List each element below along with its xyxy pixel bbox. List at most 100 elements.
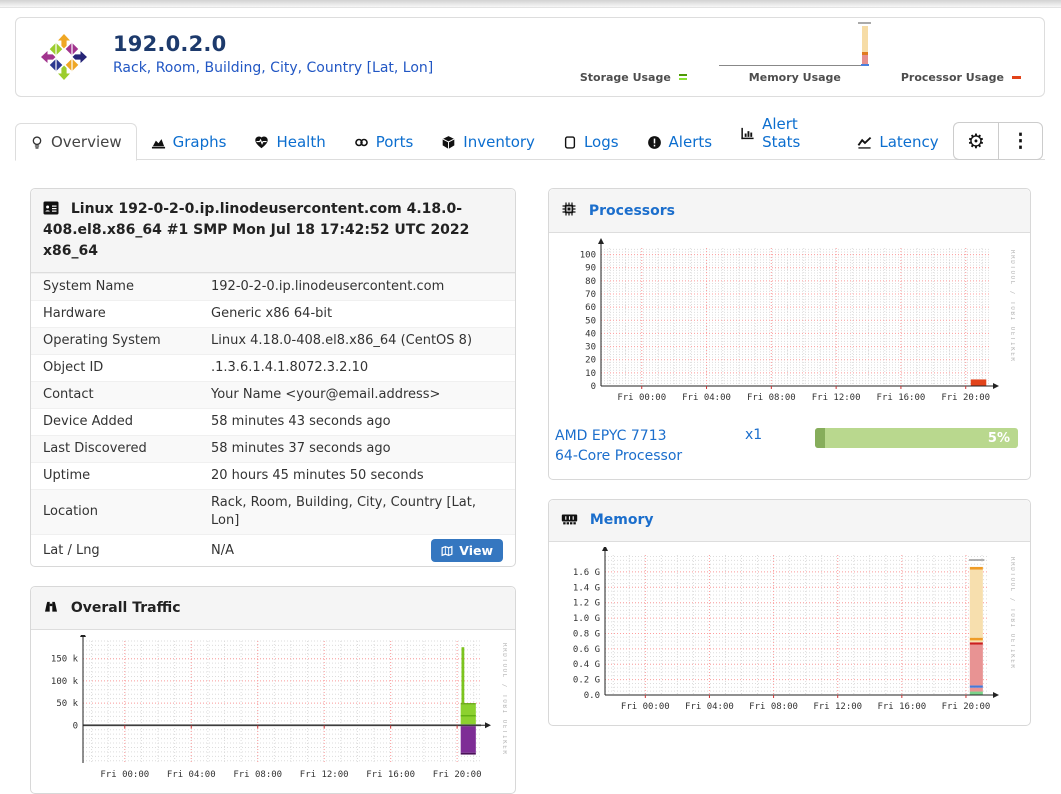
- svg-text:10: 10: [585, 369, 596, 379]
- tab-alert-stats[interactable]: Alert Stats: [726, 106, 843, 160]
- right-column: Processors 0 10 20 30 40 50 60 70 80 90 100 Fri 00:…: [548, 188, 1031, 726]
- svg-text:Fri 12:00: Fri 12:00: [813, 702, 862, 712]
- svg-text:70: 70: [585, 290, 596, 300]
- memory-chart[interactable]: 0.0 0.2 G 0.4 G 0.6 G 0.8 G 1.0 G 1.2 G 1.4 G 1.…: [555, 546, 1015, 717]
- tab-label: Latency: [879, 133, 939, 151]
- processors-chart[interactable]: 0 10 20 30 40 50 60 70 80 90 100 Fri 00:00 Fri 04:00…: [555, 238, 1015, 410]
- memory-header[interactable]: Memory: [549, 499, 1030, 542]
- svg-text:Fri 08:00: Fri 08:00: [747, 393, 796, 403]
- svg-text:RRDTOOL / TOBI OETIKER: RRDTOOL / TOBI OETIKER: [501, 643, 507, 755]
- table-row: Hardware Generic x86 64-bit: [31, 300, 515, 327]
- memory-panel: Memory 0.0 0.2 G 0.4 G 0.6 G 0.8 G 1.0 G 1.2 G…: [548, 498, 1031, 726]
- processors-header[interactable]: Processors: [549, 189, 1030, 233]
- tab-alerts[interactable]: Alerts: [633, 124, 727, 160]
- device-title: 192.0.2.0: [113, 32, 227, 56]
- cpu-usage-bar: 5%: [815, 428, 1018, 448]
- system-title: Linux 192-0-2-0.ip.linodeusercontent.com…: [43, 201, 470, 259]
- tab-label: Alerts: [668, 133, 713, 151]
- svg-text:30: 30: [585, 343, 596, 353]
- table-row: Object ID .1.3.6.1.4.1.8072.3.2.10: [31, 354, 515, 381]
- overall-traffic-chart[interactable]: 0 50 k 100 k 150 k Fri 00:00 Fri 04:00 Fri 08:…: [37, 635, 507, 785]
- table-row: Uptime 20 hours 45 minutes 50 seconds: [31, 462, 515, 489]
- svg-text:0.4 G: 0.4 G: [573, 660, 600, 670]
- svg-text:150 k: 150 k: [51, 655, 79, 665]
- overall-traffic-title: Overall Traffic: [70, 600, 181, 616]
- chart-area-icon: [151, 138, 165, 148]
- processors-title: Processors: [588, 203, 675, 219]
- memory-title: Memory: [589, 511, 654, 528]
- tab-label: Ports: [375, 133, 414, 151]
- tab-graphs[interactable]: Graphs: [137, 124, 241, 160]
- tab-health[interactable]: Health: [240, 124, 339, 160]
- device-settings-button[interactable]: ⚙: [953, 122, 998, 160]
- svg-text:Fri 12:00: Fri 12:00: [300, 770, 349, 780]
- tab-latency[interactable]: Latency: [843, 124, 952, 160]
- device-location-link[interactable]: Rack, Room, Building, City, Country [Lat…: [113, 60, 433, 76]
- storage-usage-label: Storage Usage: [579, 71, 671, 84]
- bar-chart-icon: [741, 127, 754, 139]
- svg-text:Fri 08:00: Fri 08:00: [233, 770, 282, 780]
- svg-text:Fri 16:00: Fri 16:00: [877, 393, 926, 403]
- svg-text:80: 80: [585, 277, 596, 287]
- table-row: Operating System Linux 4.18.0-408.el8.x86…: [31, 327, 515, 354]
- file-icon: [564, 135, 576, 149]
- svg-text:0: 0: [591, 382, 596, 392]
- processor-usage-sparkline[interactable]: Processor Usage: [901, 71, 1022, 84]
- tab-overview[interactable]: Overview: [15, 123, 137, 161]
- svg-text:RRDTOOL / TOBI OETIKER: RRDTOOL / TOBI OETIKER: [1009, 557, 1015, 669]
- processors-panel: Processors 0 10 20 30 40 50 60 70 80 90 100 Fri 00:…: [548, 188, 1031, 480]
- overall-traffic-panel: Overall Traffic 0 50 k 100 k 150 k Fri 00:00…: [30, 586, 516, 794]
- tab-actions: ⚙ ⋮: [953, 122, 1043, 160]
- svg-text:Fri 00:00: Fri 00:00: [621, 702, 670, 712]
- binoculars-icon: [45, 601, 57, 612]
- system-info-panel: Linux 192-0-2-0.ip.linodeusercontent.com…: [30, 188, 516, 567]
- tab-ports[interactable]: Ports: [340, 124, 428, 160]
- svg-text:90: 90: [585, 264, 596, 274]
- svg-text:40: 40: [585, 329, 596, 339]
- tab-inventory[interactable]: Inventory: [427, 124, 549, 160]
- table-row: Last Discovered 58 minutes 37 seconds ago: [31, 435, 515, 462]
- svg-text:Fri 00:00: Fri 00:00: [617, 393, 666, 403]
- svg-text:Fri 12:00: Fri 12:00: [812, 393, 861, 403]
- storage-usage-sparkline[interactable]: Storage Usage: [580, 71, 689, 84]
- table-row: Device Added 58 minutes 43 seconds ago: [31, 408, 515, 435]
- memory-usage-label: Memory Usage: [748, 71, 841, 84]
- microchip-icon: [562, 202, 576, 216]
- navbar-bottom-edge: [0, 0, 1061, 8]
- svg-text:Fri 16:00: Fri 16:00: [366, 770, 415, 780]
- processor-mini-graph: [1012, 72, 1022, 84]
- svg-text:0: 0: [73, 721, 78, 731]
- view-map-button[interactable]: View: [431, 539, 503, 562]
- cpu-list-row: AMD EPYC 7713 64-Core Processor x1 5%: [549, 418, 1030, 479]
- memory-usage-sparkline[interactable]: Memory Usage: [718, 21, 871, 84]
- device-tabbar: Overview Graphs Health Ports Inventory L…: [15, 115, 1045, 161]
- tab-label: Inventory: [463, 133, 535, 151]
- storage-mini-graph: [678, 72, 689, 84]
- tab-logs[interactable]: Logs: [549, 124, 633, 160]
- svg-text:Fri 08:00: Fri 08:00: [749, 702, 798, 712]
- system-info-header: Linux 192-0-2-0.ip.linodeusercontent.com…: [31, 189, 515, 273]
- kebab-menu-icon: ⋮: [1011, 130, 1030, 152]
- table-row: Location Rack, Room, Building, City, Coun…: [31, 489, 515, 534]
- more-options-button[interactable]: ⋮: [998, 122, 1043, 160]
- svg-text:1.6 G: 1.6 G: [573, 568, 600, 578]
- svg-text:60: 60: [585, 303, 596, 313]
- cube-icon: [442, 135, 455, 149]
- link-icon: [354, 138, 368, 146]
- device-header-card: 192.0.2.0 Rack, Room, Building, City, Co…: [15, 17, 1045, 97]
- centos-logo-icon: [41, 34, 87, 80]
- svg-text:50: 50: [585, 316, 596, 326]
- gear-icon: ⚙: [967, 130, 985, 153]
- svg-text:0.0: 0.0: [584, 691, 600, 701]
- cpu-name-link[interactable]: AMD EPYC 7713 64-Core Processor: [555, 426, 745, 467]
- svg-text:Fri 16:00: Fri 16:00: [877, 702, 926, 712]
- svg-text:Fri 00:00: Fri 00:00: [100, 770, 149, 780]
- exclamation-circle-icon: [647, 135, 661, 149]
- svg-text:Fri 04:00: Fri 04:00: [167, 770, 216, 780]
- left-column: Linux 192-0-2-0.ip.linodeusercontent.com…: [30, 188, 516, 794]
- svg-text:1.2 G: 1.2 G: [573, 598, 600, 608]
- svg-text:20: 20: [585, 356, 596, 366]
- svg-text:Fri 04:00: Fri 04:00: [685, 702, 734, 712]
- memory-icon: [561, 514, 578, 524]
- svg-text:0.6 G: 0.6 G: [573, 644, 600, 654]
